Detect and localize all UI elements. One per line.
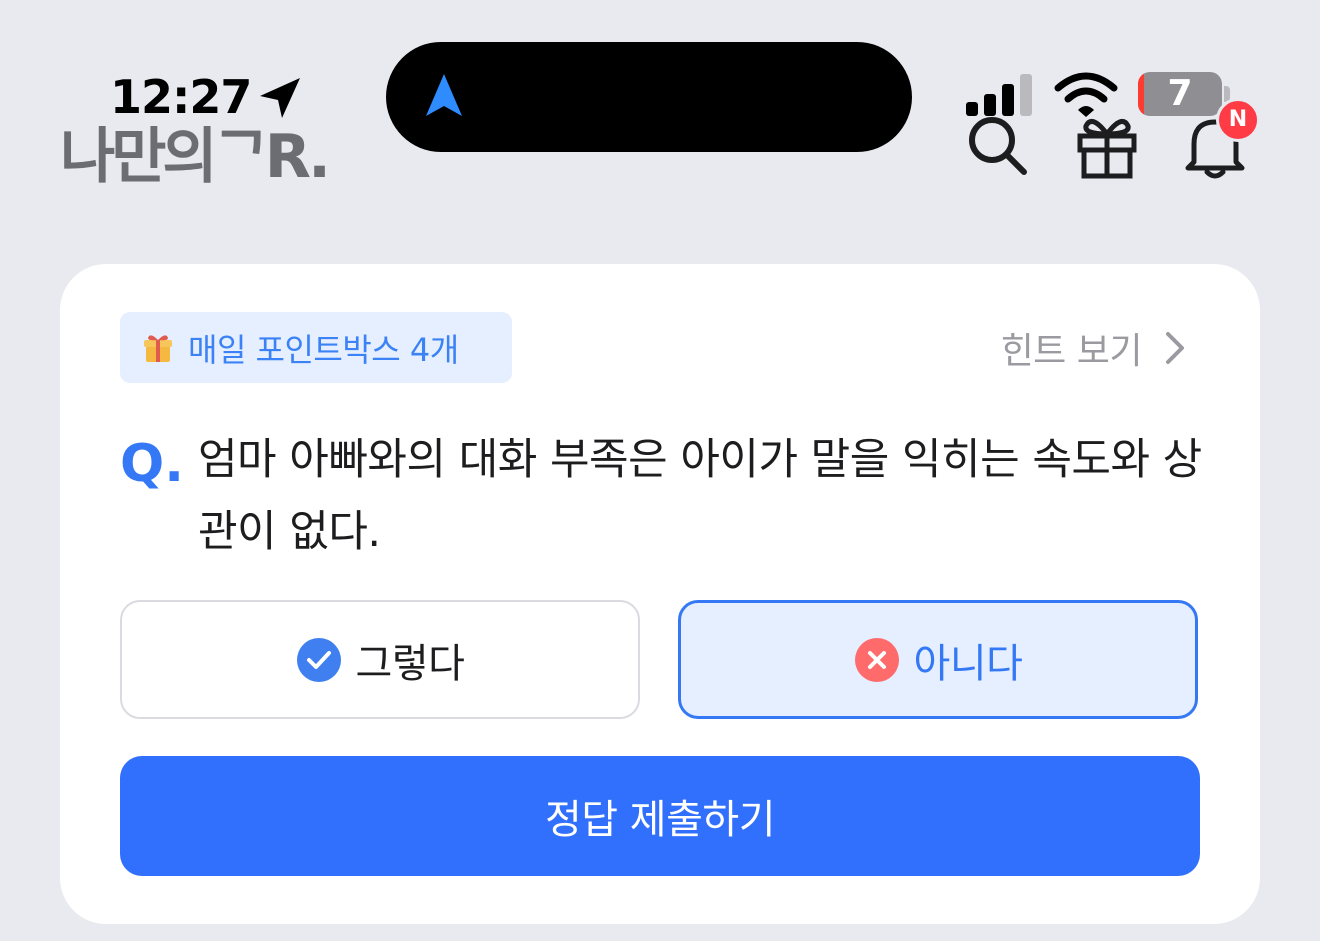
navigation-arrow-icon bbox=[426, 74, 462, 116]
gift-icon[interactable] bbox=[1072, 110, 1142, 180]
check-circle-icon bbox=[296, 637, 341, 682]
question-mark-label: Q. bbox=[120, 434, 184, 494]
answer-yes-label: 그렇다 bbox=[355, 640, 465, 687]
hint-button[interactable]: 힌트 보기 bbox=[1001, 322, 1188, 374]
gift-box-icon bbox=[144, 334, 172, 362]
hint-label: 힌트 보기 bbox=[1000, 331, 1143, 372]
point-box-label: 매일 포인트박스 4개 bbox=[188, 330, 459, 369]
answer-no-label: 아니다 bbox=[913, 640, 1023, 687]
screen: 12:27 7 나만의ᄀR. N 매일 포인트박스 4개 힌트 보기 Q. 엄마… bbox=[0, 0, 1320, 941]
search-icon[interactable] bbox=[962, 110, 1032, 180]
quiz-card: 매일 포인트박스 4개 힌트 보기 Q. 엄마 아빠와의 대화 부족은 아이가 … bbox=[60, 264, 1260, 924]
dynamic-island bbox=[386, 42, 912, 152]
question-text: 엄마 아빠와의 대화 부족은 아이가 말을 익히는 속도와 상관이 없다. bbox=[198, 435, 1202, 557]
x-circle-icon bbox=[854, 637, 899, 682]
answer-yes-button[interactable]: 그렇다 bbox=[120, 600, 640, 719]
answer-no-button[interactable]: 아니다 bbox=[678, 600, 1198, 719]
submit-answer-button[interactable]: 정답 제출하기 bbox=[120, 756, 1200, 876]
chevron-right-icon bbox=[1166, 332, 1184, 364]
daily-point-box[interactable]: 매일 포인트박스 4개 bbox=[120, 312, 512, 383]
app-logo[interactable]: 나만의ᄀR. bbox=[60, 108, 331, 195]
notification-badge: N bbox=[1216, 98, 1260, 142]
submit-answer-label: 정답 제출하기 bbox=[544, 797, 776, 843]
